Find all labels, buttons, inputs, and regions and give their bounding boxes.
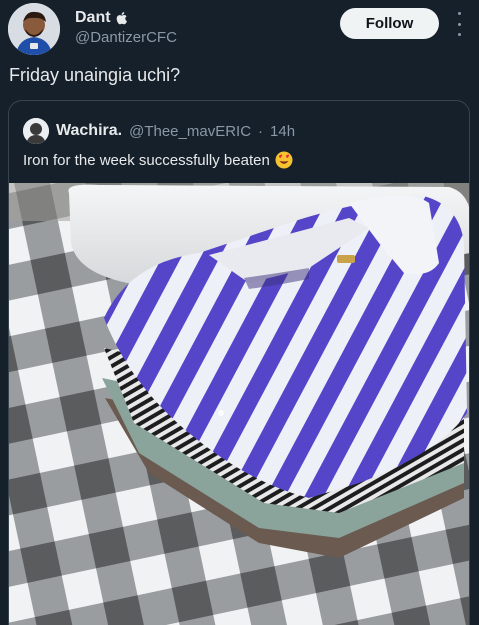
name-row: Dant <box>75 9 128 27</box>
quoted-handle[interactable]: @Thee_mavERIC <box>129 123 251 140</box>
quoted-photo[interactable] <box>9 183 469 625</box>
heart-eyes-emoji-icon <box>275 151 293 169</box>
quoted-header: Wachira. @Thee_mavERIC · 14h <box>23 118 295 144</box>
quoted-separator: · <box>258 122 264 140</box>
display-name[interactable]: Dant <box>75 9 111 27</box>
avatar[interactable] <box>8 3 60 55</box>
follow-button[interactable]: Follow <box>340 8 439 39</box>
more-vertical-icon[interactable] <box>453 12 465 36</box>
avatar-illustration <box>8 3 60 55</box>
apple-icon <box>116 11 128 25</box>
quoted-tweet-card[interactable]: Wachira. @Thee_mavERIC · 14h Iron for th… <box>8 100 470 625</box>
quoted-text-row: Iron for the week successfully beaten <box>23 151 293 169</box>
folded-shirts-photo <box>9 183 469 625</box>
quoted-text: Iron for the week successfully beaten <box>23 151 270 169</box>
quoted-display-name[interactable]: Wachira. <box>56 122 122 140</box>
tweet-header: Dant @DantizerCFC Follow <box>0 0 479 60</box>
quoted-avatar[interactable] <box>23 118 49 144</box>
tweet-text: Friday unaingia uchi? <box>9 65 181 85</box>
quoted-timestamp[interactable]: 14h <box>270 123 295 140</box>
user-handle[interactable]: @DantizerCFC <box>75 29 177 46</box>
